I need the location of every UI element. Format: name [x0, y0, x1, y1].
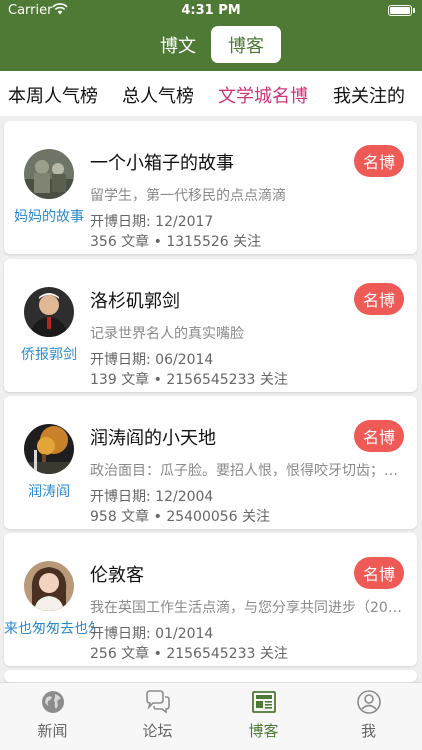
category-weekly-popular[interactable]: 本周人气榜 — [8, 82, 98, 108]
avatar — [24, 561, 74, 611]
clock: 4:31 PM — [181, 3, 241, 18]
famous-blog-badge: 名博 — [354, 557, 404, 589]
avatar — [24, 424, 74, 474]
blog-title[interactable]: 润涛阎的小天地 — [90, 424, 216, 450]
blog-author[interactable]: 来也匆匆去也匆匆 — [4, 618, 94, 638]
category-following[interactable]: 我关注的 — [333, 82, 405, 108]
blog-start-date: 开博日期: 06/2014 — [90, 352, 214, 368]
blog-title[interactable]: 洛杉矶郭剑 — [90, 287, 180, 313]
blog-title[interactable]: 一个小箱子的故事 — [90, 149, 234, 175]
newspaper-icon — [252, 691, 276, 713]
chat-bubbles-icon — [146, 690, 170, 714]
category-all-time-popular[interactable]: 总人气榜 — [122, 82, 194, 108]
tab-forum[interactable]: 论坛 — [105, 683, 210, 750]
blog-description: 我在英国工作生活点滴，与您分享共同进步（2015年起） — [90, 600, 403, 616]
tab-me[interactable]: 我 — [316, 683, 421, 750]
blog-author[interactable]: 侨报郭剑 — [4, 344, 94, 364]
blog-start-date: 开博日期: 12/2017 — [90, 214, 214, 230]
battery-tip — [413, 8, 415, 13]
top-navigation-bar: Carrier 4:31 PM 博文 博客 — [0, 0, 422, 71]
famous-blog-badge: 名博 — [354, 420, 404, 452]
blog-author[interactable]: 润涛阎 — [4, 481, 94, 501]
blog-stats: 256 文章 • 2156545233 关注 — [90, 646, 288, 662]
tab-news[interactable]: 新闻 — [0, 683, 105, 750]
blog-start-date: 开博日期: 12/2004 — [90, 489, 214, 505]
blog-card[interactable]: 润涛阎 润涛阎的小天地 名博 政治面目：瓜子脸。要招人恨，恨得咬牙切齿；要让人爱… — [4, 396, 417, 529]
category-famous-blogs[interactable]: 文学城名博 — [218, 82, 308, 108]
segment-blogs[interactable]: 博客 — [211, 26, 281, 63]
blog-card[interactable]: 妈妈的故事 一个小箱子的故事 名博 留学生，第一代移民的点点滴滴 开博日期: 1… — [4, 121, 417, 254]
blog-author[interactable]: 妈妈的故事 — [4, 206, 94, 226]
tab-forum-label: 论坛 — [142, 722, 173, 740]
avatar — [24, 149, 74, 199]
famous-blog-badge: 名博 — [354, 145, 404, 177]
avatar — [24, 287, 74, 337]
famous-blog-badge: 名博 — [354, 283, 404, 315]
blog-card-partial[interactable] — [4, 670, 417, 682]
blog-start-date: 开博日期: 01/2014 — [90, 626, 214, 642]
blog-card[interactable]: 侨报郭剑 洛杉矶郭剑 名博 记录世界名人的真实嘴脸 开博日期: 06/2014 … — [4, 259, 417, 392]
globe-icon — [42, 691, 64, 713]
blog-stats: 356 文章 • 1315526 关注 — [90, 234, 262, 250]
bottom-tab-bar: 新闻 论坛 博客 我 — [0, 682, 422, 750]
segment-posts[interactable]: 博文 — [147, 26, 209, 63]
status-bar: Carrier 4:31 PM — [0, 0, 422, 22]
blog-stats: 958 文章 • 25400056 关注 — [90, 509, 271, 525]
tab-blog[interactable]: 博客 — [211, 683, 316, 750]
blog-description: 记录世界名人的真实嘴脸 — [90, 326, 244, 342]
blog-description: 政治面目：瓜子脸。要招人恨，恨得咬牙切齿；要让人爱，爱得死去活来 — [90, 463, 403, 479]
tab-me-label: 我 — [360, 722, 376, 740]
tab-blog-label: 博客 — [248, 722, 279, 740]
battery-icon — [388, 5, 412, 16]
blog-description: 留学生，第一代移民的点点滴滴 — [90, 188, 286, 204]
blog-stats: 139 文章 • 2156545233 关注 — [90, 372, 288, 388]
blog-card[interactable]: 来也匆匆去也匆匆 伦敦客 名博 我在英国工作生活点滴，与您分享共同进步（2015… — [4, 533, 417, 666]
category-tabs: 本周人气榜 总人气榜 文学城名博 我关注的 — [0, 71, 422, 116]
person-icon — [357, 690, 381, 714]
tab-news-label: 新闻 — [37, 722, 68, 740]
blog-title[interactable]: 伦敦客 — [90, 561, 144, 587]
